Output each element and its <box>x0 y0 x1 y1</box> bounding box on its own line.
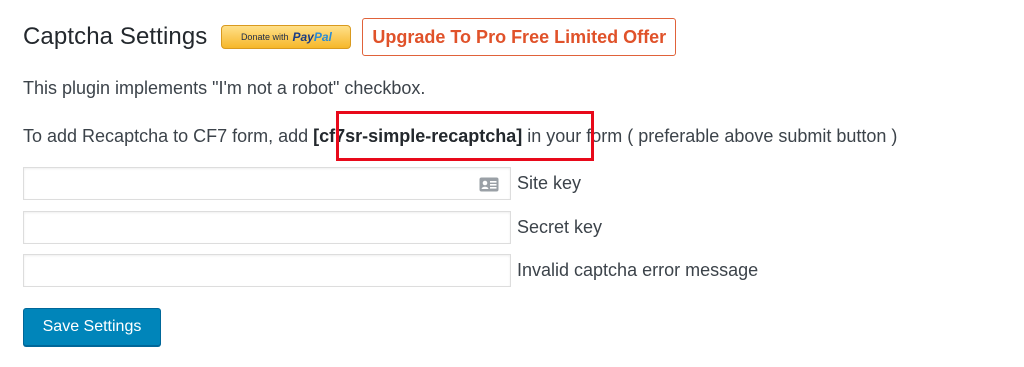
error-message-row: Invalid captcha error message <box>23 254 758 287</box>
paypal-logo-pay: Pay <box>292 30 314 44</box>
shortcode-highlight-box <box>336 111 594 161</box>
save-settings-button[interactable]: Save Settings <box>23 308 161 346</box>
upgrade-pro-button[interactable]: Upgrade To Pro Free Limited Offer <box>362 18 677 56</box>
instructions-prefix: To add Recaptcha to CF7 form, add <box>23 126 314 146</box>
site-key-row: Site key <box>23 167 581 200</box>
paypal-donate-text: Donate with <box>240 32 289 42</box>
page-title: Captcha Settings <box>23 23 208 50</box>
site-key-label: Site key <box>517 173 582 193</box>
error-message-label: Invalid captcha error message <box>517 260 759 280</box>
paypal-logo: PayPal <box>292 30 331 44</box>
secret-key-input[interactable] <box>23 211 511 244</box>
secret-key-row: Secret key <box>23 211 602 244</box>
error-message-input[interactable] <box>23 254 511 287</box>
contact-card-icon[interactable] <box>479 177 499 192</box>
site-key-input[interactable] <box>23 167 511 200</box>
secret-key-label: Secret key <box>517 217 603 237</box>
paypal-donate-button[interactable]: Donate with PayPal <box>221 25 352 49</box>
paypal-logo-pal: Pal <box>313 30 332 44</box>
page-header: Captcha Settings Donate with PayPal Upgr… <box>23 18 677 56</box>
plugin-description: This plugin implements "I'm not a robot"… <box>23 78 426 98</box>
